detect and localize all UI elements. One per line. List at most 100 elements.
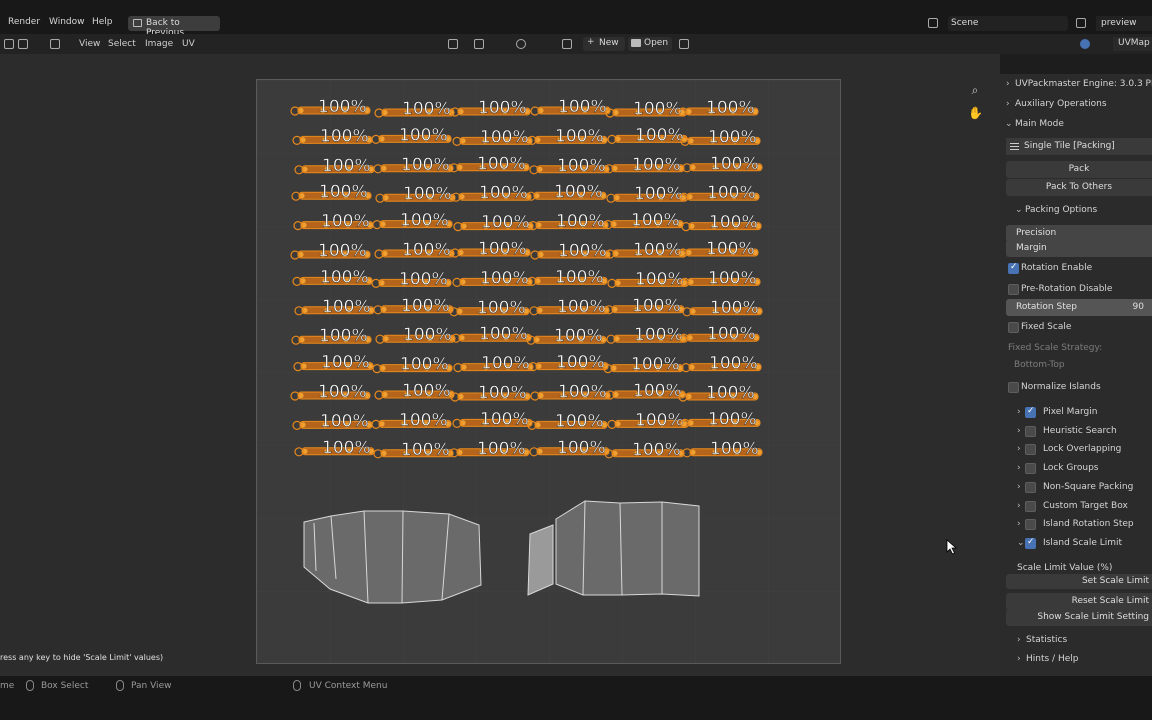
uv-island[interactable]: 100% xyxy=(603,354,684,375)
uv-island[interactable]: 100% xyxy=(293,352,374,373)
snap-icon[interactable] xyxy=(474,39,484,49)
uv-island[interactable]: 100% xyxy=(678,383,759,403)
view-layer-selector[interactable]: preview xyxy=(1096,16,1152,31)
checkbox[interactable] xyxy=(1025,500,1036,512)
uv-island[interactable]: 100% xyxy=(604,155,685,175)
uv-island[interactable]: 100% xyxy=(452,409,533,430)
pre-rotation-disable-toggle[interactable]: Pre-Rotation Disable xyxy=(1000,281,1152,299)
uv-island[interactable]: 100% xyxy=(290,97,371,117)
uv-island[interactable]: 100% xyxy=(449,298,530,318)
uv-island[interactable]: 100% xyxy=(607,125,688,146)
uv-island[interactable]: 100% xyxy=(293,211,374,232)
select-mode-icon[interactable] xyxy=(4,39,14,49)
margin-field[interactable]: Margin xyxy=(1006,240,1152,257)
checkbox[interactable] xyxy=(1025,537,1036,549)
uv-island[interactable]: 100% xyxy=(371,269,452,290)
uv-island[interactable]: 100% xyxy=(450,239,531,259)
new-image-button[interactable]: + New xyxy=(583,37,625,51)
uv-island[interactable]: 100% xyxy=(605,99,686,119)
uv-island[interactable]: 100% xyxy=(679,324,760,344)
subpanel-lock-groups[interactable]: › Lock Groups xyxy=(1000,460,1152,478)
fixed-scale-toggle[interactable]: Fixed Scale xyxy=(1000,319,1152,337)
checkbox[interactable] xyxy=(1008,322,1019,333)
subpanel-island-rotation-step[interactable]: › Island Rotation Step xyxy=(1000,516,1152,534)
uv-island[interactable]: 100% xyxy=(604,296,685,316)
uv-island[interactable]: 100% xyxy=(371,125,452,146)
subpanel-island-scale-limit[interactable]: ⌄ Island Scale Limit xyxy=(1000,535,1152,553)
uv-island[interactable]: 100% xyxy=(292,126,373,147)
uv-island[interactable]: 100% xyxy=(375,325,456,345)
normalize-islands-toggle[interactable]: Normalize Islands xyxy=(1000,379,1152,397)
panel-hints[interactable]: › Hints / Help xyxy=(1000,651,1152,669)
panel-main-mode[interactable]: ⌄ Main Mode xyxy=(1000,116,1152,134)
uv-island[interactable]: 100% xyxy=(526,182,607,202)
uv-island-barrel[interactable] xyxy=(303,510,482,604)
uv-island[interactable]: 100% xyxy=(678,239,759,259)
uv-island-side[interactable] xyxy=(555,500,700,597)
checkbox[interactable] xyxy=(1008,262,1019,274)
uv-island[interactable]: 100% xyxy=(679,183,760,203)
mode-dropdown[interactable]: Single Tile [Packing] xyxy=(1006,138,1152,155)
rotation-enable-toggle[interactable]: Rotation Enable xyxy=(1000,260,1152,278)
uv-island[interactable]: 100% xyxy=(449,154,530,174)
uv-island[interactable]: 100% xyxy=(680,409,761,430)
uv-island[interactable]: 100% xyxy=(374,99,455,119)
subpanel-pixel-margin[interactable]: › Pixel Margin xyxy=(1000,404,1152,422)
editor-type-icon[interactable] xyxy=(50,39,60,49)
uv-island[interactable]: 100% xyxy=(682,154,763,174)
panel-packing-options[interactable]: ⌄ Packing Options xyxy=(1000,202,1152,220)
pin-icon[interactable] xyxy=(679,39,689,49)
uv-island[interactable]: 100% xyxy=(529,438,610,458)
checkbox[interactable] xyxy=(1008,284,1019,295)
uv-island[interactable]: 100% xyxy=(451,183,532,203)
uv-island[interactable]: 100% xyxy=(453,212,534,233)
menu-window[interactable]: Window xyxy=(49,17,85,27)
uv-island[interactable]: 100% xyxy=(606,325,687,345)
uv-island[interactable]: 100% xyxy=(453,353,534,374)
uv-island[interactable]: 100% xyxy=(681,212,762,233)
uv-island[interactable]: 100% xyxy=(375,184,456,204)
uv-island[interactable]: 100% xyxy=(680,268,761,289)
uv-island[interactable]: 100% xyxy=(294,297,375,317)
uv-islands[interactable]: 100% 100% 100% 100% 100% 100% 100% 100% 100% 100%… xyxy=(256,79,841,664)
uv-island[interactable]: 100% xyxy=(452,127,533,148)
scene-icon[interactable] xyxy=(928,18,938,28)
uv-island[interactable]: 100% xyxy=(530,241,611,261)
checkbox[interactable] xyxy=(1025,463,1036,475)
subpanel-heuristic-search[interactable]: › Heuristic Search xyxy=(1000,423,1152,441)
uv-island[interactable]: 100% xyxy=(681,353,762,374)
uv-island[interactable]: 100% xyxy=(529,297,610,317)
subpanel-lock-overlapping[interactable]: › Lock Overlapping xyxy=(1000,441,1152,459)
checkbox[interactable] xyxy=(1025,406,1036,418)
zoom-icon[interactable]: ⌕ xyxy=(968,83,982,97)
menu-view[interactable]: View xyxy=(79,39,100,49)
checkbox[interactable] xyxy=(1008,382,1019,393)
uv-island[interactable]: 100% xyxy=(530,97,611,117)
uv-island[interactable]: 100% xyxy=(290,382,371,402)
uv-island[interactable]: 100% xyxy=(292,411,373,432)
uv-island[interactable]: 100% xyxy=(451,324,532,344)
uv-island[interactable]: 100% xyxy=(372,210,453,231)
uv-island[interactable]: 100% xyxy=(606,184,687,204)
uv-island[interactable]: 100% xyxy=(682,439,763,459)
subpanel-non-square-packing[interactable]: › Non-Square Packing xyxy=(1000,479,1152,497)
uv-island[interactable]: 100% xyxy=(374,381,455,401)
uv-island[interactable]: 100% xyxy=(527,126,608,147)
scene-selector[interactable]: Scene xyxy=(948,16,1068,31)
checkbox[interactable] xyxy=(1025,425,1036,437)
checkbox[interactable] xyxy=(1025,444,1036,456)
view-layer-icon[interactable] xyxy=(1076,18,1086,28)
reset-scale-limit-button[interactable]: Reset Scale Limit xyxy=(1006,593,1152,610)
back-to-previous-button[interactable]: Back to Previous xyxy=(128,16,220,38)
uv-island[interactable]: 100% xyxy=(373,296,454,316)
uv-island-cap[interactable] xyxy=(527,524,554,596)
menu-help[interactable]: Help xyxy=(92,17,113,27)
uv-island[interactable]: 100% xyxy=(452,268,533,289)
uv-island[interactable]: 100% xyxy=(372,354,453,375)
uv-island[interactable]: 100% xyxy=(678,98,759,118)
pack-button[interactable]: Pack xyxy=(1006,161,1152,178)
uv-island[interactable]: 100% xyxy=(605,240,686,260)
uv-island[interactable]: 100% xyxy=(682,298,763,318)
uv-island[interactable]: 100% xyxy=(528,352,609,373)
rotation-step-field[interactable]: Rotation Step 90 xyxy=(1006,299,1152,316)
